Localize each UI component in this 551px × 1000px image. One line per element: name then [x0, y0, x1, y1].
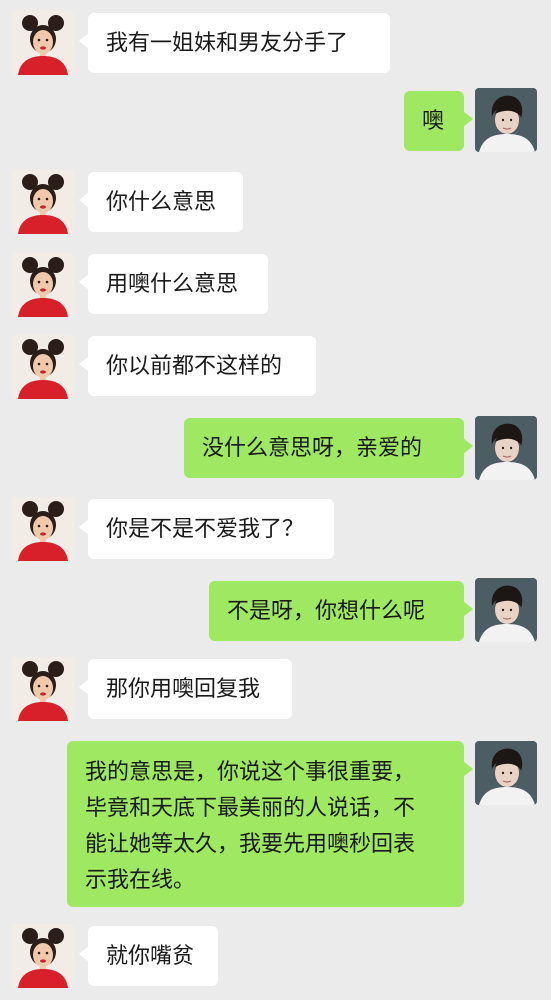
- message-text: 你是不是不爱我了？: [106, 517, 305, 542]
- message-text: 就你嘴贫: [106, 944, 195, 969]
- contact-avatar[interactable]: [12, 924, 74, 988]
- girl-avatar-icon: [12, 170, 74, 234]
- boy-avatar-icon: [475, 416, 537, 480]
- boy-avatar-icon: [475, 88, 537, 152]
- girl-avatar-icon: [12, 924, 74, 988]
- incoming-message-bubble[interactable]: 你以前都不这样的: [79, 336, 316, 396]
- girl-avatar-icon: [12, 335, 74, 399]
- my-avatar[interactable]: [475, 741, 537, 805]
- contact-avatar[interactable]: [12, 253, 74, 317]
- message-text: 你什么意思: [106, 190, 217, 215]
- girl-avatar-icon: [12, 497, 74, 561]
- incoming-message-bubble[interactable]: 就你嘴贫: [79, 926, 218, 986]
- message-text: 你以前都不这样的: [106, 354, 283, 379]
- outgoing-message-bubble[interactable]: 噢: [404, 91, 473, 151]
- incoming-message-bubble[interactable]: 那你用噢回复我: [79, 659, 292, 719]
- message-text: 没什么意思呀，亲爱的: [202, 436, 423, 461]
- contact-avatar[interactable]: [12, 335, 74, 399]
- contact-avatar[interactable]: [12, 11, 74, 75]
- contact-avatar[interactable]: [12, 497, 74, 561]
- girl-avatar-icon: [12, 11, 74, 75]
- message-text-line: 示我在线。: [85, 868, 196, 893]
- girl-avatar-icon: [12, 657, 74, 721]
- boy-avatar-icon: [475, 578, 537, 642]
- my-avatar[interactable]: [475, 416, 537, 480]
- incoming-message-bubble[interactable]: 你什么意思: [79, 172, 243, 232]
- contact-avatar[interactable]: [12, 170, 74, 234]
- message-text-line: 能让她等太久，我要先用噢秒回表: [85, 832, 416, 857]
- incoming-message-bubble[interactable]: 你是不是不爱我了？: [79, 499, 334, 559]
- girl-avatar-icon: [12, 253, 74, 317]
- incoming-message-bubble[interactable]: 我有一姐妹和男友分手了: [79, 13, 390, 73]
- message-text: 那你用噢回复我: [106, 677, 261, 702]
- message-text: 不是呀，你想什么呢: [227, 599, 426, 624]
- my-avatar[interactable]: [475, 578, 537, 642]
- outgoing-message-bubble[interactable]: 不是呀，你想什么呢: [209, 581, 473, 641]
- contact-avatar[interactable]: [12, 657, 74, 721]
- message-text: 我有一姐妹和男友分手了: [106, 31, 349, 56]
- message-text: 噢: [422, 109, 445, 134]
- incoming-message-bubble[interactable]: 用噢什么意思: [79, 254, 268, 314]
- outgoing-message-bubble[interactable]: 没什么意思呀，亲爱的: [184, 418, 473, 478]
- message-text-line: 毕竟和天底下最美丽的人说话，不: [85, 796, 416, 821]
- boy-avatar-icon: [475, 741, 537, 805]
- message-text-line: 我的意思是，你说这个事很重要，: [85, 760, 416, 785]
- message-text: 用噢什么意思: [106, 272, 239, 297]
- my-avatar[interactable]: [475, 88, 537, 152]
- chat-window: 我有一姐妹和男友分手了 噢 你什么意思 用噢什么意思 你以前都不这样的 没什么意…: [0, 0, 551, 1000]
- outgoing-message-bubble[interactable]: 我的意思是，你说这个事很重要， 毕竟和天底下最美丽的人说话，不 能让她等太久，我…: [67, 741, 473, 907]
